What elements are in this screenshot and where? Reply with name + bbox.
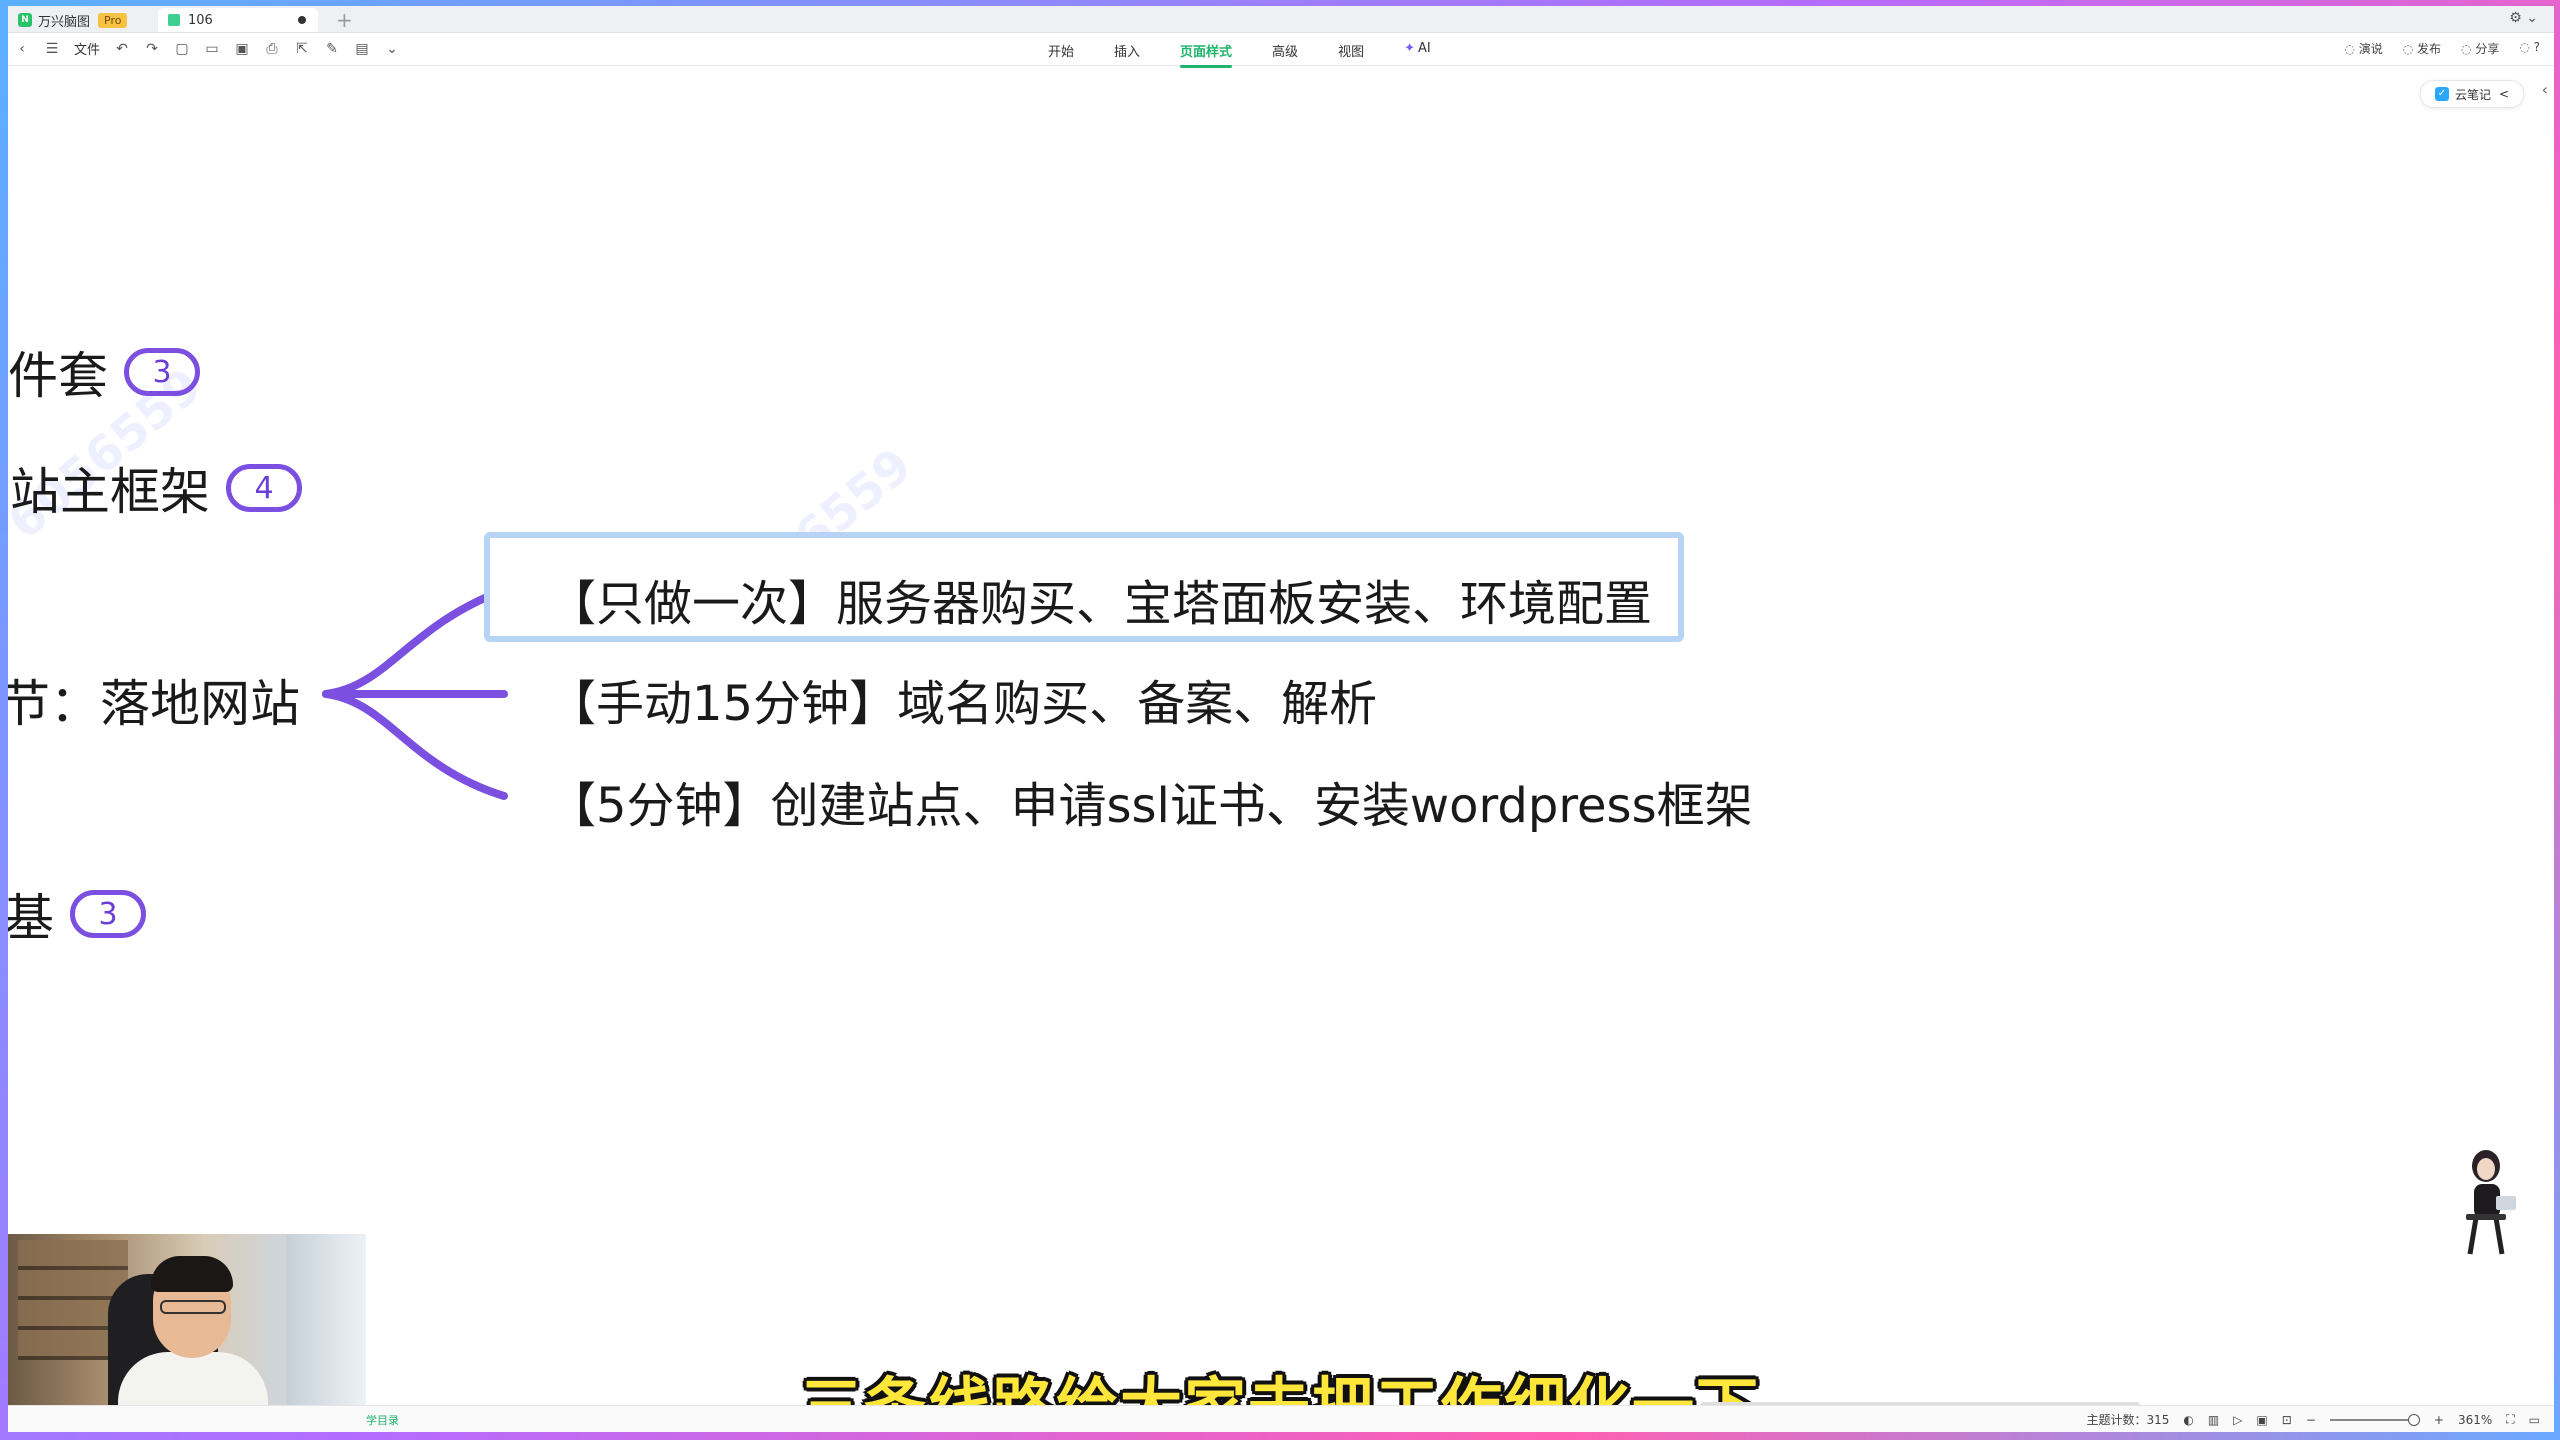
fullscreen-icon[interactable]: ⛶ xyxy=(2506,1412,2514,1427)
present-button[interactable]: 演说 xyxy=(2344,40,2383,57)
menu-icon[interactable]: ☰ xyxy=(44,41,60,57)
toolbar: ‹ ☰ 文件 ↶ ↷ ▢ ▭ ▣ ⎙ ⇱ ✎ ▤ ⌄ 开始 插入 页面样式 高级… xyxy=(8,33,2554,68)
branch-line xyxy=(322,690,508,800)
zoom-level[interactable]: 361% xyxy=(2458,1413,2492,1427)
help-button[interactable]: ? xyxy=(2519,40,2540,57)
theme-icon[interactable]: ◐ xyxy=(2183,1413,2193,1427)
back-icon[interactable]: ‹ xyxy=(14,41,30,57)
open-folder-icon[interactable]: ▭ xyxy=(204,41,220,57)
share-button[interactable]: 分享 xyxy=(2461,40,2499,57)
outline-toggle[interactable]: 学目录 xyxy=(366,1412,399,1428)
tab-view[interactable]: 视图 xyxy=(1338,41,1364,60)
undo-icon[interactable]: ↶ xyxy=(114,41,130,57)
redo-icon[interactable]: ↷ xyxy=(144,41,160,57)
zoom-slider-handle[interactable] xyxy=(2407,1413,2420,1426)
topic-count: 主题计数：315 xyxy=(2086,1413,2170,1427)
file-menu[interactable]: 文件 xyxy=(74,39,100,58)
document-icon xyxy=(168,14,180,26)
new-tab-button[interactable]: + xyxy=(336,8,353,32)
pro-badge: Pro xyxy=(98,12,128,28)
layout-icon[interactable]: ▭ xyxy=(2529,1413,2540,1427)
template-icon[interactable]: ▤ xyxy=(354,41,370,57)
status-bar: 学目录 主题计数：315 ◐ ▥ ▷ ▣ ⊡ − + 361% ⛶ ▭ xyxy=(8,1405,2554,1432)
zoom-out-button[interactable]: − xyxy=(2306,1413,2316,1427)
tab-start[interactable]: 开始 xyxy=(1048,41,1074,60)
branch-line xyxy=(322,586,508,698)
tab-ai-label: AI xyxy=(1417,41,1431,56)
more-dropdown-icon[interactable]: ⌄ xyxy=(384,41,400,57)
tab-page-style[interactable]: 页面样式 xyxy=(1180,41,1233,68)
book-icon[interactable]: ▥ xyxy=(2208,1413,2219,1427)
app-tab[interactable]: N 万兴脑图 Pro xyxy=(18,8,128,32)
export-icon[interactable]: ⇱ xyxy=(294,41,310,57)
save-icon[interactable]: ▣ xyxy=(234,41,250,57)
child-node-3[interactable]: 【5分钟】创建站点、申请ssl证书、安装wordpress框架 xyxy=(548,766,1753,836)
document-tab[interactable]: 106 xyxy=(158,8,318,32)
zoom-slider[interactable] xyxy=(2329,1413,2420,1426)
mindmap-canvas[interactable]: 6056559 6056559 件套 3 站主框架 4 节：落地网站 基 3 【… xyxy=(8,66,2554,1400)
user-menu-button[interactable]: ⚙ ⌄ xyxy=(2509,10,2538,26)
video-subtitle: 三条线路给大家去把工作细化一下 xyxy=(0,1356,2560,1446)
publish-button[interactable]: 发布 xyxy=(2403,40,2441,57)
fit-icon[interactable]: ▣ xyxy=(2256,1413,2267,1427)
app-name: 万兴脑图 xyxy=(38,14,91,30)
new-file-icon[interactable]: ▢ xyxy=(174,41,190,57)
ai-icon: ✦ xyxy=(1404,41,1415,56)
tab-insert[interactable]: 插入 xyxy=(1114,41,1140,60)
format-painter-icon[interactable]: ✎ xyxy=(324,41,340,57)
unsaved-dot-icon xyxy=(298,16,306,24)
child-node-1[interactable]: 【只做一次】服务器购买、宝塔面板安装、环境配置 xyxy=(548,564,1652,634)
center-icon[interactable]: ⊡ xyxy=(2282,1413,2292,1427)
zoom-in-button[interactable]: + xyxy=(2434,1413,2444,1427)
title-bar: N 万兴脑图 Pro 106 + ⚙ ⌄ xyxy=(8,6,2554,33)
print-icon[interactable]: ⎙ xyxy=(264,41,280,57)
document-tab-label: 106 xyxy=(188,12,213,28)
child-node-2[interactable]: 【手动15分钟】域名购买、备案、解析 xyxy=(548,664,1377,734)
tab-ai[interactable]: ✦ AI xyxy=(1404,41,1431,60)
tab-advanced[interactable]: 高级 xyxy=(1272,41,1298,60)
mascot-figure xyxy=(2466,1150,2516,1255)
play-icon[interactable]: ▷ xyxy=(2233,1413,2242,1427)
app-logo-icon: N xyxy=(18,13,32,27)
